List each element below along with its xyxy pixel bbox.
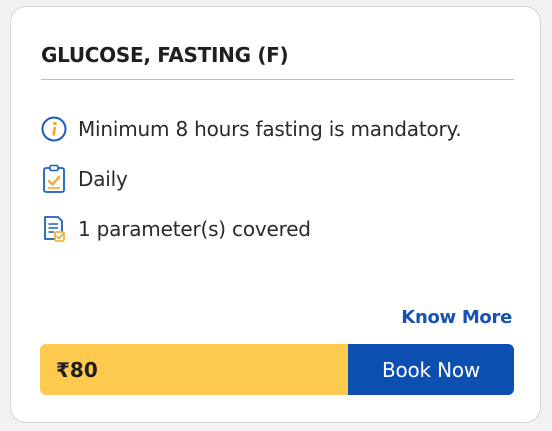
info-icon xyxy=(41,115,67,143)
booking-bar: ₹80 Book Now xyxy=(40,344,514,395)
report-frequency: Daily xyxy=(41,164,128,193)
fasting-requirement-text: Minimum 8 hours fasting is mandatory. xyxy=(78,117,462,141)
fasting-requirement: Minimum 8 hours fasting is mandatory. xyxy=(41,115,462,143)
parameters-covered: 1 parameter(s) covered xyxy=(41,215,311,243)
test-card: GLUCOSE, FASTING (F) Minimum 8 hours fas… xyxy=(10,6,541,423)
book-now-button[interactable]: Book Now xyxy=(348,344,514,395)
test-title: GLUCOSE, FASTING (F) xyxy=(41,43,289,67)
know-more-link[interactable]: Know More xyxy=(401,307,512,328)
report-icon xyxy=(41,215,67,243)
title-divider xyxy=(41,79,514,80)
report-frequency-text: Daily xyxy=(78,167,128,191)
clipboard-check-icon xyxy=(41,164,67,193)
parameters-covered-text: 1 parameter(s) covered xyxy=(78,217,311,241)
price-label: ₹80 xyxy=(40,344,348,395)
